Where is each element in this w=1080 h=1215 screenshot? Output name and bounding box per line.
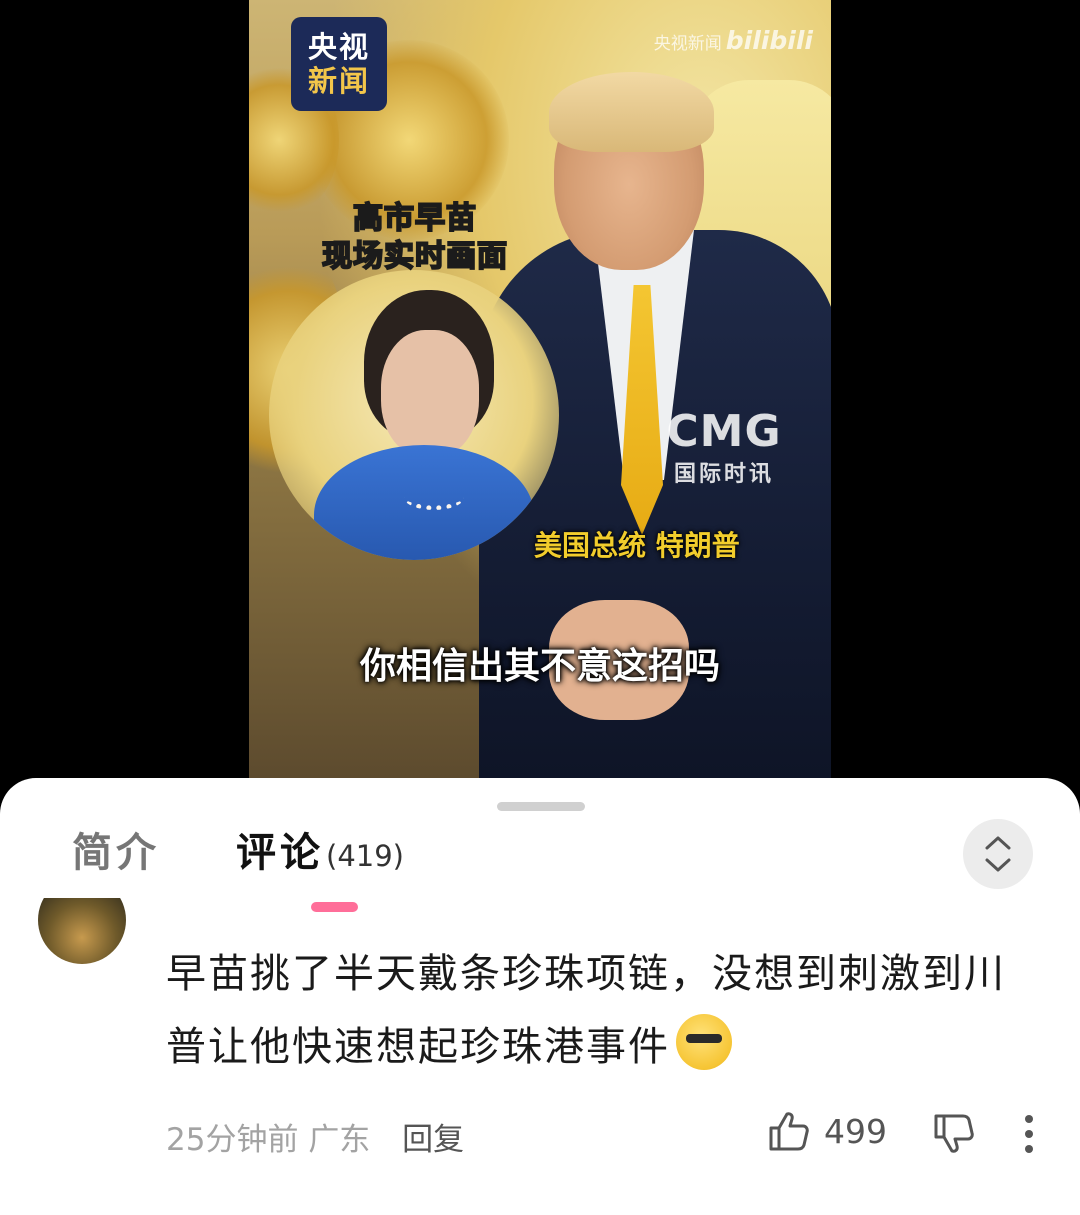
logo-line2: 新闻 bbox=[307, 64, 370, 98]
comment-meta: 25分钟前 广东 回复 bbox=[166, 1114, 464, 1159]
thumbs-up-icon bbox=[769, 1112, 809, 1151]
avatar-image bbox=[38, 898, 126, 964]
video-player[interactable]: 央视 新闻 央视新闻 bilibili 高市早苗 现场实时画面 CMG 国际时讯 … bbox=[249, 0, 831, 778]
inset-portrait bbox=[269, 270, 559, 560]
more-vertical-icon bbox=[1025, 1115, 1033, 1153]
tab-comments-label: 评论 bbox=[236, 830, 324, 876]
cmg-watermark: CMG 国际时讯 bbox=[654, 408, 794, 488]
comments-count: (419) bbox=[326, 839, 404, 873]
cctv-news-logo: 央视 新闻 bbox=[291, 17, 387, 111]
comment-body: 早苗挑了半天戴条珍珠项链，没想到刺激到川普让他快速想起珍珠港事件 bbox=[166, 938, 1026, 1084]
like-count: 499 bbox=[824, 1111, 887, 1151]
inset-caption-line1: 高市早苗 bbox=[352, 200, 477, 237]
comment-text: 早苗挑了半天戴条珍珠项链，没想到刺激到川普让他快速想起珍珠港事件 bbox=[166, 951, 1006, 1070]
thumbs-down-icon bbox=[934, 1114, 974, 1153]
inset-face bbox=[381, 330, 479, 458]
watermark-text: 央视新闻 bbox=[653, 34, 722, 54]
comment-time: 25分钟前 bbox=[166, 1122, 299, 1158]
inset-pearl-necklace bbox=[404, 485, 464, 510]
dislike-button[interactable] bbox=[933, 1114, 975, 1158]
video-subtitle: 你相信出其不意这招吗 bbox=[359, 646, 720, 687]
tab-intro[interactable]: 简介 bbox=[72, 820, 160, 878]
expand-collapse-button[interactable] bbox=[963, 819, 1033, 889]
comments-sheet: 简介 评论(419) 早苗挑了半天戴条珍珠项链，没想到刺激到川普让他快速想起珍珠… bbox=[0, 778, 1080, 1215]
active-tab-indicator bbox=[311, 902, 358, 912]
logo-line1: 央视 bbox=[307, 30, 370, 64]
like-button[interactable]: 499 bbox=[768, 1111, 887, 1151]
tab-comments[interactable]: 评论(419) bbox=[236, 820, 404, 878]
inset-caption: 高市早苗 现场实时画面 bbox=[305, 200, 525, 276]
bilibili-logo: bilibili bbox=[725, 26, 813, 55]
avatar[interactable] bbox=[38, 898, 126, 964]
speaker-name-caption: 美国总统 特朗普 bbox=[534, 529, 740, 562]
cmg-logo: CMG bbox=[666, 406, 782, 457]
inset-caption-line2: 现场实时画面 bbox=[321, 238, 508, 275]
drag-handle[interactable] bbox=[497, 802, 585, 811]
sunglasses-emoji-icon bbox=[676, 1014, 732, 1070]
chevron-up-down-icon bbox=[985, 836, 1011, 872]
watermark: 央视新闻 bilibili bbox=[654, 26, 813, 55]
cmg-subtitle: 国际时讯 bbox=[673, 462, 774, 487]
person-hair bbox=[549, 72, 714, 152]
reply-button[interactable]: 回复 bbox=[402, 1122, 464, 1158]
more-options-button[interactable] bbox=[1024, 1114, 1034, 1158]
comment-location: 广东 bbox=[308, 1122, 371, 1158]
